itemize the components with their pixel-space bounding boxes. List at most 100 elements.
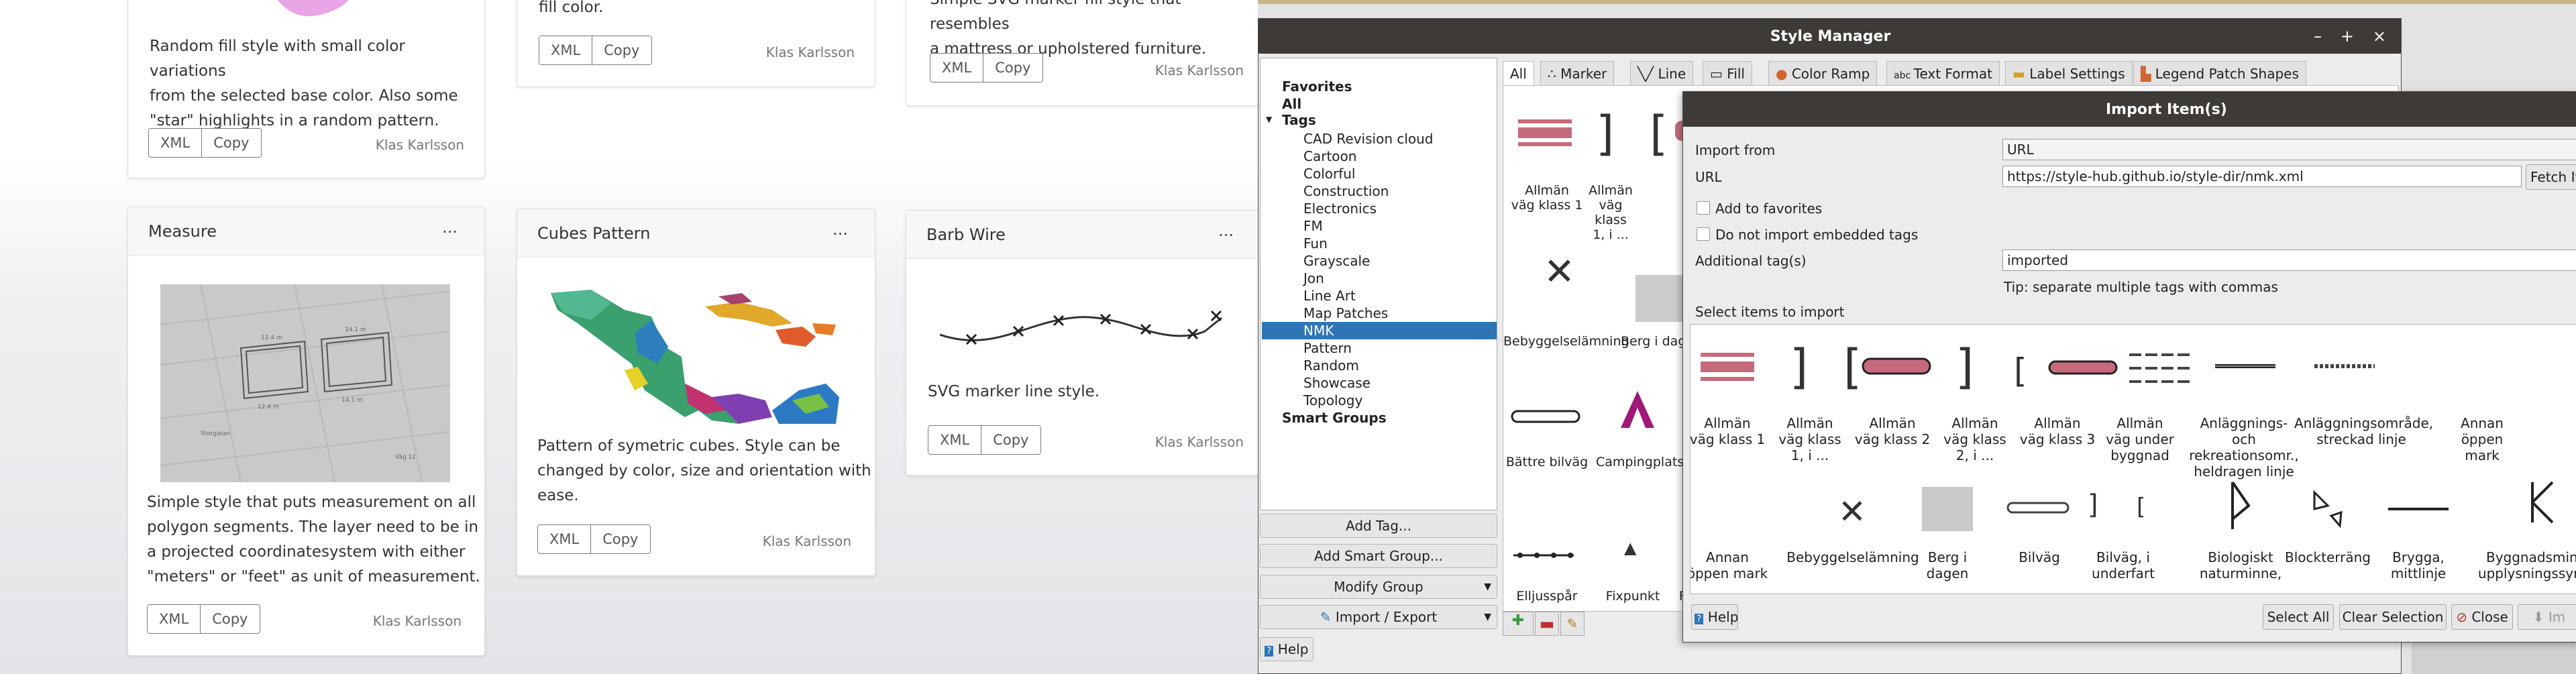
tab-color-ramp[interactable]: ● Color Ramp <box>1768 61 1878 85</box>
tree-tag-item[interactable]: Grayscale <box>1303 253 1370 269</box>
item-thumb[interactable] <box>2314 361 2375 371</box>
copy-button[interactable]: Copy <box>592 36 651 64</box>
add-symbol-button[interactable]: ✚ <box>1503 612 1534 636</box>
tree-tag-item[interactable]: Line Art <box>1303 288 1356 304</box>
item-thumb[interactable] <box>1701 351 1754 385</box>
no-embedded-tags-checkbox[interactable] <box>1697 227 1710 241</box>
item-thumb[interactable] <box>2227 479 2254 532</box>
tab-line[interactable]: ╲╱ Line <box>1630 61 1694 85</box>
add-smart-group-button[interactable]: Add Smart Group... <box>1260 544 1497 568</box>
copy-button[interactable]: Copy <box>200 605 260 633</box>
tab-label-settings[interactable]: ▬ Label Settings <box>2005 61 2133 85</box>
xml-button[interactable]: XML <box>149 129 202 157</box>
item-thumb[interactable]: ] <box>1955 339 1974 394</box>
symbol-thumb[interactable]: [ <box>1650 106 1668 161</box>
tree-tag-item[interactable]: Electronics <box>1303 201 1377 217</box>
dialog-help-button[interactable]: ? Help <box>1691 604 1738 630</box>
item-thumb[interactable]: [ <box>2137 494 2145 520</box>
xml-button[interactable]: XML <box>928 426 981 454</box>
tree-tags[interactable]: Tags <box>1282 112 1316 128</box>
style-menu-button[interactable]: ... <box>442 218 458 237</box>
tab-marker[interactable]: ∴ Marker <box>1540 61 1615 85</box>
copy-button[interactable]: Copy <box>983 54 1042 82</box>
item-thumb[interactable] <box>1922 487 1973 531</box>
tree-tag-item[interactable]: Topology <box>1303 392 1362 408</box>
tree-tag-item-selected[interactable]: NMK <box>1303 323 1334 339</box>
xml-button[interactable]: XML <box>539 36 592 64</box>
copy-button[interactable]: Copy <box>201 129 261 157</box>
item-thumb[interactable] <box>1861 357 1935 377</box>
tree-tag-item[interactable]: Random <box>1303 357 1359 374</box>
style-menu-button[interactable]: ... <box>833 220 848 239</box>
import-from-select[interactable]: URL <box>2002 139 2576 160</box>
symbol-thumb[interactable]: ✕ <box>1544 250 1575 294</box>
copy-button[interactable]: Copy <box>981 426 1040 454</box>
style-manager-titlebar[interactable]: Style Manager – + × <box>1258 19 2401 54</box>
xml-button[interactable]: XML <box>930 54 983 82</box>
additional-tags-input[interactable]: imported <box>2002 249 2576 271</box>
item-thumb[interactable]: [ <box>2014 351 2027 390</box>
tree-smart-groups[interactable]: Smart Groups <box>1282 410 1387 426</box>
item-thumb[interactable] <box>2526 479 2559 526</box>
window-title: Style Manager <box>1770 28 1891 45</box>
symbol-thumb[interactable] <box>1635 275 1689 322</box>
symbol-thumb[interactable] <box>1513 549 1574 562</box>
tab-legend-patch-shapes[interactable]: ▙ Legend Patch Shapes <box>2133 61 2306 85</box>
add-to-favorites-checkbox[interactable] <box>1697 201 1710 215</box>
tree-tag-item[interactable]: Construction <box>1303 183 1389 199</box>
style-menu-button[interactable]: ... <box>1218 221 1234 240</box>
item-thumb[interactable]: [ <box>1843 339 1862 394</box>
item-thumb[interactable] <box>2129 351 2190 385</box>
minimize-button[interactable]: – <box>2314 27 2322 46</box>
tab-fill[interactable]: ▭ Fill <box>1703 61 1752 85</box>
group-tree[interactable]: Favorites All ▼ Tags CAD Revision cloud … <box>1260 58 1497 510</box>
symbol-thumb[interactable] <box>1510 408 1584 428</box>
tree-tag-item[interactable]: Pattern <box>1303 340 1352 356</box>
add-tag-button[interactable]: Add Tag... <box>1260 514 1497 538</box>
maximize-button[interactable]: + <box>2341 27 2354 46</box>
copy-button[interactable]: Copy <box>590 525 650 553</box>
url-input[interactable]: https://style-hub.github.io/style-dir/nm… <box>2002 166 2522 187</box>
tree-tag-item[interactable]: Colorful <box>1303 166 1356 182</box>
tree-all[interactable]: All <box>1282 96 1301 112</box>
dialog-close-button[interactable]: ⊘ Close <box>2451 604 2513 630</box>
legend-patch-icon: ▙ <box>2141 66 2155 82</box>
symbol-thumb[interactable] <box>1617 388 1658 435</box>
import-items-list[interactable]: ] [ ] [ Allmän väg klass 1 Allmän väg klas… <box>1690 324 2576 594</box>
select-all-button[interactable]: Select All <box>2263 604 2334 630</box>
edit-symbol-button[interactable]: ✎ <box>1560 612 1585 636</box>
item-thumb[interactable]: ] <box>1790 339 1808 394</box>
tab-text-format[interactable]: abc Text Format <box>1886 61 2000 85</box>
import-dialog-titlebar[interactable]: Import Item(s) <box>1683 92 2576 127</box>
xml-button[interactable]: XML <box>148 605 201 633</box>
tree-tag-item[interactable]: FM <box>1303 218 1323 234</box>
item-thumb[interactable] <box>2047 359 2121 377</box>
item-thumb[interactable] <box>2388 506 2449 512</box>
import-button[interactable]: ⬇ Im <box>2518 604 2576 630</box>
clear-selection-button[interactable]: Clear Selection <box>2339 604 2447 630</box>
tree-tag-item[interactable]: Cartoon <box>1303 148 1356 164</box>
import-export-button[interactable]: ✎ Import / Export ▼ <box>1260 605 1497 629</box>
item-thumb[interactable]: ] <box>2088 490 2098 520</box>
symbol-thumb[interactable]: ▲ <box>1624 539 1636 557</box>
remove-symbol-button[interactable]: ▬ <box>1535 612 1559 636</box>
tree-tag-item[interactable]: CAD Revision cloud <box>1303 131 1434 147</box>
item-thumb[interactable] <box>2215 361 2275 371</box>
tree-tag-item[interactable]: Jon <box>1303 270 1324 286</box>
tab-all[interactable]: All <box>1503 61 1534 85</box>
item-thumb[interactable] <box>2006 500 2073 516</box>
help-button[interactable]: ? Help <box>1260 637 1313 661</box>
fetch-items-button[interactable]: Fetch Items <box>2526 164 2576 190</box>
close-button[interactable]: × <box>2373 27 2386 46</box>
chevron-down-icon[interactable]: ▼ <box>1266 115 1272 124</box>
tree-tag-item[interactable]: Showcase <box>1303 375 1371 391</box>
item-thumb[interactable]: ✕ <box>1838 492 1866 531</box>
item-thumb[interactable] <box>2308 489 2348 529</box>
symbol-thumb[interactable]: ] <box>1596 106 1614 161</box>
xml-button[interactable]: XML <box>538 525 591 553</box>
tree-favorites[interactable]: Favorites <box>1282 78 1352 95</box>
symbol-thumb[interactable] <box>1518 113 1572 153</box>
tree-tag-item[interactable]: Map Patches <box>1303 305 1388 321</box>
tree-tag-item[interactable]: Fun <box>1303 235 1328 251</box>
modify-group-button[interactable]: Modify Group ▼ <box>1260 575 1497 599</box>
